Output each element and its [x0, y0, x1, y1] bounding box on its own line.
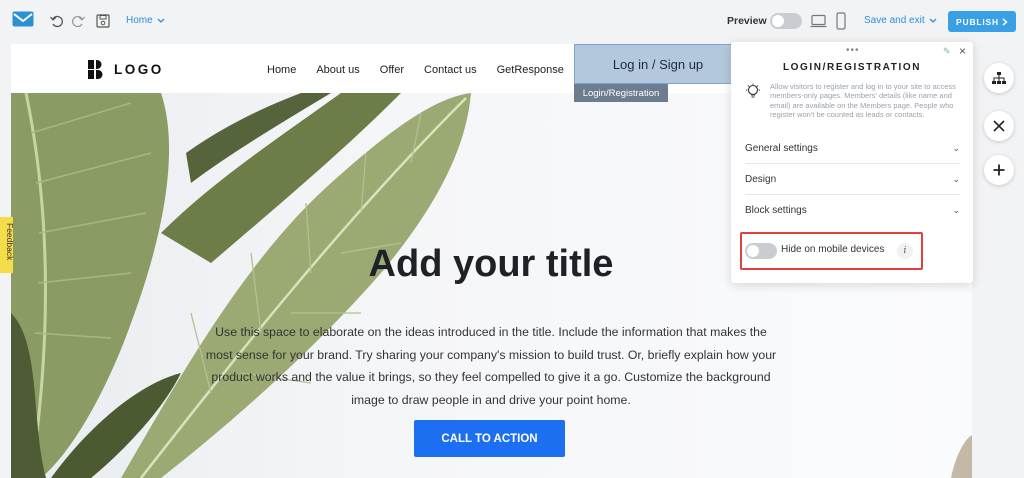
login-registration-tag: Login/Registration: [574, 84, 668, 102]
undo-icon[interactable]: [49, 13, 65, 29]
nav-item-offer[interactable]: Offer: [380, 64, 404, 76]
chevron-down-icon: [157, 18, 165, 23]
close-icon: [993, 120, 1005, 132]
chevron-down-icon: [929, 18, 937, 23]
page-select-value: Home: [126, 15, 153, 26]
pin-icon[interactable]: ✎: [943, 46, 951, 57]
site-nav: Home About us Offer Contact us GetRespon…: [267, 64, 584, 76]
hide-on-mobile-label: Hide on mobile devices: [781, 244, 885, 255]
hero-body-text[interactable]: Use this space to elaborate on the ideas…: [201, 321, 781, 411]
close-editor-button[interactable]: [984, 111, 1014, 141]
mobile-view-icon[interactable]: [836, 12, 846, 30]
chevron-down-icon: ⌄: [952, 142, 960, 153]
panel-description: Allow visitors to register and log in to…: [770, 82, 956, 120]
nav-item-about[interactable]: About us: [316, 64, 359, 76]
hero-title[interactable]: Add your title: [221, 243, 761, 286]
chevron-right-icon: [1002, 17, 1008, 26]
accordion-label: General settings: [745, 142, 818, 154]
desktop-view-icon[interactable]: [810, 14, 827, 28]
sitemap-icon: [992, 72, 1006, 84]
close-icon[interactable]: ×: [959, 44, 966, 58]
preview-toggle[interactable]: [770, 13, 802, 29]
lightbulb-icon: [746, 83, 760, 98]
logo-mark-icon: [88, 60, 103, 79]
chevron-down-icon: ⌄: [952, 205, 960, 215]
accordion-design[interactable]: Design ⌄: [745, 164, 960, 195]
save-and-exit-button[interactable]: Save and exit: [864, 15, 937, 26]
save-and-exit-label: Save and exit: [864, 15, 925, 26]
panel-title: LOGIN/REGISTRATION: [782, 62, 922, 73]
redo-icon[interactable]: [70, 13, 86, 29]
login-registration-panel: ••• ✎ × LOGIN/REGISTRATION Allow visitor…: [731, 42, 973, 283]
feedback-tab[interactable]: Feedback: [0, 217, 15, 273]
accordion-label: Design: [745, 173, 777, 185]
drag-handle-icon[interactable]: •••: [846, 45, 860, 56]
save-icon[interactable]: [95, 13, 111, 29]
call-to-action-button[interactable]: CALL TO ACTION: [414, 420, 565, 457]
preview-label: Preview: [727, 15, 767, 27]
publish-button[interactable]: PUBLISH: [948, 11, 1016, 32]
accordion-label: Block settings: [745, 205, 807, 216]
page-select[interactable]: Home: [126, 15, 165, 26]
add-block-button[interactable]: [984, 155, 1014, 185]
plus-icon: [993, 164, 1005, 176]
hide-on-mobile-toggle[interactable]: [745, 243, 777, 259]
editor-toolbar: Home Preview Save and exit PUBLISH: [0, 0, 1024, 42]
nav-item-contact[interactable]: Contact us: [424, 64, 477, 76]
nav-item-home[interactable]: Home: [267, 64, 296, 76]
sitemap-button[interactable]: [984, 63, 1014, 93]
login-signup-button[interactable]: Log in / Sign up: [574, 44, 742, 84]
accordion-general-settings[interactable]: General settings ⌄: [745, 133, 960, 164]
accordion-block-settings[interactable]: Block settings ⌄: [745, 195, 960, 226]
site-logo[interactable]: LOGO: [88, 60, 164, 79]
chevron-down-icon: ⌄: [952, 173, 960, 184]
info-icon[interactable]: i: [897, 243, 913, 259]
logo-text: LOGO: [114, 62, 164, 77]
feedback-label: Feedback: [5, 223, 15, 261]
publish-label: PUBLISH: [956, 16, 999, 27]
nav-item-getresponse[interactable]: GetResponse: [497, 64, 564, 76]
mail-logo-icon[interactable]: [12, 11, 34, 27]
